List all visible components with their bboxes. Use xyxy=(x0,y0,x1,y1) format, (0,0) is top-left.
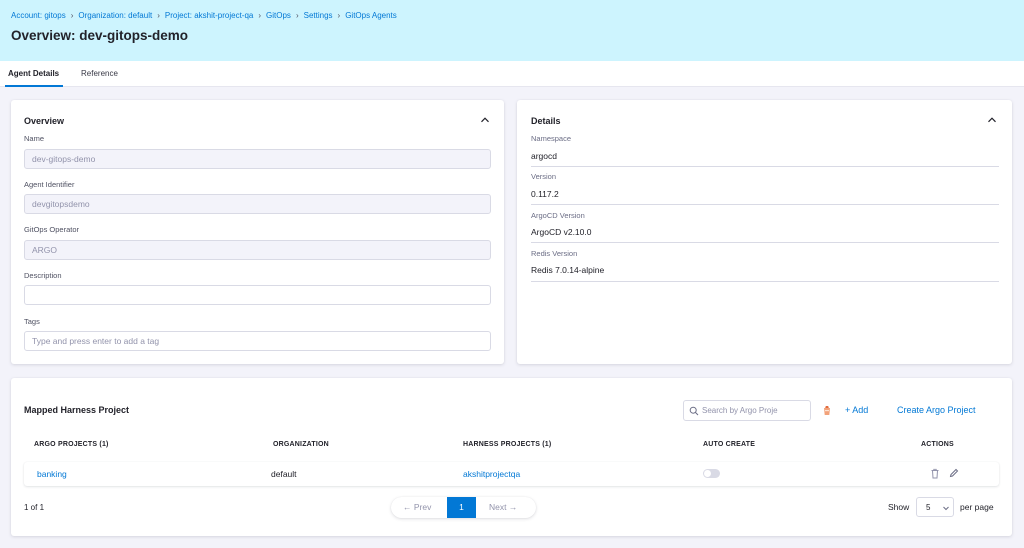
name-label: Name xyxy=(24,134,45,143)
harness-project-link[interactable]: akshitprojectqa xyxy=(463,469,520,479)
breadcrumb-gitops-agents[interactable]: GitOps Agents xyxy=(345,11,397,20)
argo-project-link[interactable]: banking xyxy=(37,469,67,479)
description-label: Description xyxy=(24,271,62,280)
prev-label: Prev xyxy=(413,502,432,512)
description-field[interactable] xyxy=(24,285,491,305)
arrow-right-icon: → xyxy=(508,502,518,512)
column-header-organization[interactable]: ORGANIZATION xyxy=(273,441,329,448)
column-header-harness-projects[interactable]: HARNESS PROJECTS (1) xyxy=(463,441,551,448)
chevron-right-icon: › xyxy=(70,11,74,20)
version-value: 0.117.2 xyxy=(531,189,559,199)
column-header-auto-create[interactable]: AUTO CREATE xyxy=(703,441,755,448)
show-label: Show xyxy=(888,502,910,512)
overview-title: Overview xyxy=(24,116,65,126)
gitops-operator-label: GitOps Operator xyxy=(24,225,80,234)
pagination-info: 1 of 1 xyxy=(24,503,45,512)
chevron-right-icon: › xyxy=(157,11,160,20)
tab-bar: Agent Details Reference xyxy=(0,61,1024,87)
argocd-version-value: ArgoCD v2.10.0 xyxy=(531,227,592,237)
breadcrumb-organization[interactable]: Organization: default xyxy=(78,11,152,20)
breadcrumb: Account: gitops › Organization: default … xyxy=(11,11,397,20)
tab-reference[interactable]: Reference xyxy=(81,61,118,87)
chevron-right-icon: › xyxy=(258,11,262,20)
chevron-up-icon[interactable] xyxy=(480,115,490,125)
gitops-operator-field[interactable]: ARGO xyxy=(24,240,491,260)
divider xyxy=(531,242,999,243)
namespace-label: Namespace xyxy=(531,134,572,143)
edit-icon[interactable] xyxy=(949,468,959,478)
next-label: Next xyxy=(489,502,507,512)
page-size-select[interactable]: 5 xyxy=(916,497,954,517)
page-size-value: 5 xyxy=(926,503,931,512)
details-title: Details xyxy=(531,116,561,126)
divider xyxy=(531,166,999,167)
search-input[interactable] xyxy=(702,404,806,417)
pagination: ← Prev 1 Next → xyxy=(391,497,536,518)
agent-identifier-label: Agent Identifier xyxy=(24,180,75,189)
namespace-value: argocd xyxy=(531,151,557,161)
redis-version-label: Redis Version xyxy=(531,249,578,258)
trash-icon[interactable] xyxy=(930,468,940,479)
search-box xyxy=(683,400,811,421)
argocd-version-label: ArgoCD Version xyxy=(531,211,585,220)
per-page-label: per page xyxy=(960,502,994,512)
tab-agent-details[interactable]: Agent Details xyxy=(4,61,64,87)
column-header-argo-projects[interactable]: ARGO PROJECTS (1) xyxy=(34,441,109,448)
divider xyxy=(531,281,999,282)
add-mapping-button[interactable]: + Add xyxy=(845,405,868,415)
page-1-button[interactable]: 1 xyxy=(447,497,476,518)
page-title: Overview: dev-gitops-demo xyxy=(11,28,189,43)
ai-sparkle-icon[interactable] xyxy=(822,405,832,416)
name-field[interactable]: dev-gitops-demo xyxy=(24,149,491,169)
column-header-actions: ACTIONS xyxy=(921,441,954,448)
page-header: Account: gitops › Organization: default … xyxy=(0,0,1024,61)
tags-label: Tags xyxy=(24,317,40,326)
tags-input[interactable]: Type and press enter to add a tag xyxy=(24,331,491,351)
organization-cell: default xyxy=(271,469,297,479)
search-icon xyxy=(689,406,699,416)
mapped-projects-title: Mapped Harness Project xyxy=(24,405,130,415)
arrow-left-icon: ← xyxy=(403,502,412,512)
breadcrumb-account[interactable]: Account: gitops xyxy=(11,11,66,20)
breadcrumb-settings[interactable]: Settings xyxy=(304,11,333,20)
redis-version-value: Redis 7.0.14-alpine xyxy=(531,265,605,275)
chevron-up-icon[interactable] xyxy=(987,115,997,125)
create-argo-project-button[interactable]: Create Argo Project xyxy=(897,405,976,415)
prev-page-button[interactable]: ← Prev xyxy=(403,502,431,512)
next-page-button[interactable]: Next → xyxy=(489,502,517,512)
chevron-right-icon: › xyxy=(337,11,341,20)
breadcrumb-project[interactable]: Project: akshit-project-qa xyxy=(165,11,253,20)
chevron-down-icon xyxy=(942,504,950,512)
agent-identifier-field[interactable]: devgitopsdemo xyxy=(24,194,491,214)
breadcrumb-gitops[interactable]: GitOps xyxy=(266,11,291,20)
divider xyxy=(531,204,999,205)
overview-card xyxy=(11,100,504,364)
version-label: Version xyxy=(531,172,557,181)
auto-create-toggle[interactable] xyxy=(703,469,720,478)
chevron-right-icon: › xyxy=(295,11,299,20)
